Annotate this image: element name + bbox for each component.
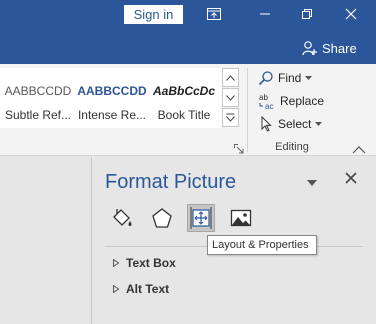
group-separator [247, 68, 248, 152]
replace-icon: ab ac [259, 93, 273, 110]
chevron-up-icon [352, 146, 366, 154]
fill-line-tab[interactable] [108, 204, 136, 232]
picture-tab[interactable] [227, 204, 255, 232]
style-preview: AABBCCDD [4, 84, 72, 98]
collapse-ribbon-button[interactable] [352, 142, 366, 154]
style-name: Intense Re... [77, 108, 147, 122]
close-window-button[interactable] [340, 4, 362, 24]
chevron-up-icon [226, 74, 235, 81]
styles-gallery: AABBCCDD Subtle Ref... AABBCCDD Intense … [0, 68, 222, 128]
search-icon [258, 71, 273, 86]
title-bar: Sign in Share [0, 0, 376, 64]
chevron-down-icon [226, 94, 235, 101]
minimize-button[interactable] [254, 4, 276, 24]
style-intense-reference[interactable]: AABBCCDD Intense Re... [76, 68, 148, 128]
picture-icon [230, 209, 252, 227]
svg-text:ac: ac [265, 102, 273, 110]
fill-line-icon [113, 209, 132, 226]
gallery-more-button[interactable] [222, 108, 239, 127]
replace-label: Replace [280, 94, 325, 108]
alt-text-section[interactable]: Alt Text [113, 281, 169, 297]
style-preview: AaBbCcDc [152, 84, 215, 98]
expand-arrow-icon [113, 259, 119, 267]
svg-text:ab: ab [259, 93, 268, 102]
effects-tab[interactable] [148, 204, 176, 232]
pane-close-button[interactable] [344, 171, 358, 185]
section-label: Alt Text [126, 282, 170, 296]
gallery-down-button[interactable] [222, 88, 239, 107]
caret-down-icon [307, 180, 317, 186]
ribbon-display-options-button[interactable] [203, 4, 225, 24]
select-button[interactable]: Select [258, 114, 323, 134]
styles-dialog-launcher[interactable] [234, 141, 244, 154]
style-subtle-reference[interactable]: AABBCCDD Subtle Ref... [2, 68, 74, 128]
cursor-arrow-icon [261, 116, 272, 132]
restore-icon [302, 9, 312, 19]
replace-button[interactable]: ab ac Replace [258, 91, 324, 111]
share-button[interactable]: Share [302, 38, 357, 58]
ribbon-display-icon [207, 8, 221, 20]
select-label: Select [278, 117, 312, 131]
more-icon [226, 113, 235, 122]
tooltip: Layout & Properties [207, 235, 317, 255]
close-icon [345, 8, 357, 20]
close-icon [345, 172, 357, 184]
ribbon: AABBCCDD Subtle Ref... AABBCCDD Intense … [0, 64, 376, 156]
share-label: Share [322, 40, 357, 56]
pane-title: Format Picture [105, 171, 237, 193]
chevron-down-icon [315, 122, 323, 126]
launcher-icon [234, 144, 244, 154]
expand-arrow-icon [113, 285, 119, 293]
style-name: Book Title [157, 108, 211, 122]
effects-icon [152, 208, 172, 228]
section-label: Text Box [126, 256, 176, 270]
gallery-scroll [222, 68, 239, 128]
restore-button[interactable] [296, 4, 318, 24]
gallery-up-button[interactable] [222, 68, 239, 87]
minimize-icon [260, 13, 270, 15]
sign-in-button[interactable]: Sign in [124, 5, 183, 24]
find-button[interactable]: Find [258, 68, 313, 88]
style-book-title[interactable]: AaBbCcDc Book Title [148, 68, 220, 128]
chevron-down-icon [305, 76, 313, 80]
document-area [0, 157, 92, 324]
editing-group-label: Editing [275, 141, 309, 153]
layout-properties-tab[interactable] [187, 204, 215, 232]
pane-options-button[interactable] [305, 175, 319, 186]
layout-properties-icon [190, 207, 212, 229]
style-preview: AABBCCDD [77, 84, 147, 98]
text-box-section[interactable]: Text Box [113, 255, 176, 271]
style-name: Subtle Ref... [4, 108, 72, 122]
person-add-icon [302, 41, 317, 56]
find-label: Find [278, 71, 302, 85]
